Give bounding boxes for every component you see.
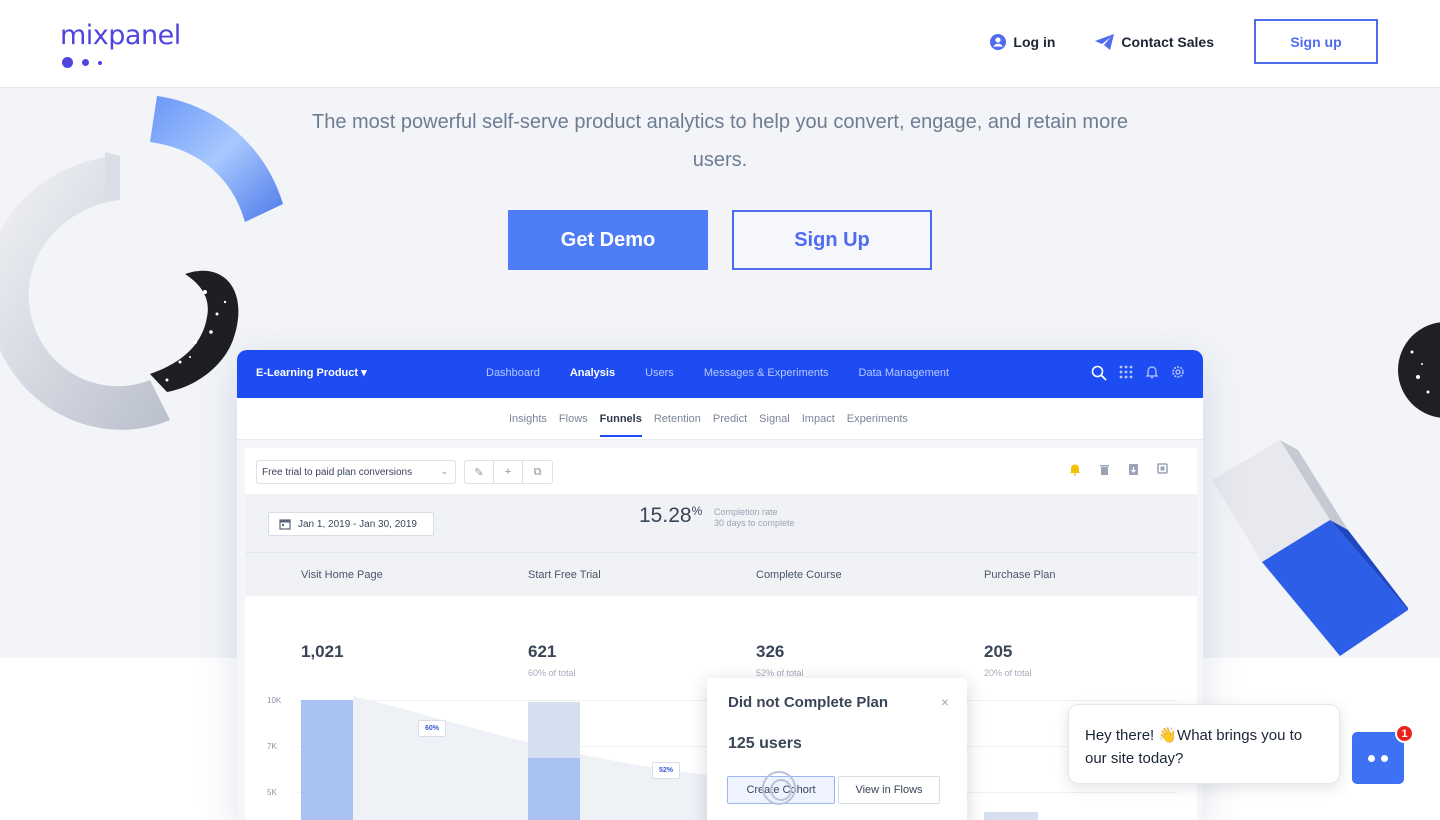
paper-plane-icon xyxy=(1095,33,1115,50)
hero-tagline: The most powerful self-serve product ana… xyxy=(312,111,1128,171)
step-pct-4: 20% of total xyxy=(984,668,1032,678)
step-name-4: Purchase Plan xyxy=(984,569,1056,581)
product-selector[interactable]: E-Learning Product ▾ xyxy=(256,366,367,379)
funnel-summary: Jan 1, 2019 - Jan 30, 2019 15.28% Comple… xyxy=(245,494,1197,552)
logo-wordmark: mixpanel xyxy=(60,20,181,51)
chat-dot xyxy=(1368,754,1375,762)
subnav-flows[interactable]: Flows xyxy=(559,413,588,425)
gear-icon[interactable] xyxy=(1171,365,1185,381)
analysis-subnav: Insights Flows Funnels Retention Predict… xyxy=(237,398,1203,440)
calendar-icon xyxy=(279,518,291,530)
pencil-icon[interactable]: ✎ xyxy=(465,461,494,483)
step-name-1: Visit Home Page xyxy=(301,569,383,581)
chat-dot xyxy=(1381,754,1388,762)
conversion-badge-2: 52% xyxy=(652,762,681,779)
subnav-impact[interactable]: Impact xyxy=(802,413,835,425)
apps-grid-icon[interactable] xyxy=(1119,365,1133,381)
mixpanel-logo[interactable]: mixpanel xyxy=(60,18,200,69)
funnel-bar-step-4[interactable] xyxy=(984,812,1038,820)
y-axis-label: 5K xyxy=(267,788,277,797)
menu-item-users[interactable]: Users xyxy=(645,367,674,379)
chat-greeting-bubble[interactable]: Hey there! 👋What brings you to our site … xyxy=(1068,704,1340,784)
report-toolbar: Free trial to paid plan conversions ⌄ ✎ … xyxy=(245,448,1197,494)
chat-notification-badge: 1 xyxy=(1395,724,1414,743)
popover-user-count: 125 users xyxy=(728,735,802,752)
menu-item-analysis[interactable]: Analysis xyxy=(570,367,615,379)
close-icon[interactable]: × xyxy=(941,694,949,710)
completion-rate-value: 15.28% xyxy=(639,504,703,527)
cohort-popover: Did not Complete Plan × 125 users Create… xyxy=(707,678,967,820)
y-axis-label: 10K xyxy=(267,696,282,705)
subnav-funnels[interactable]: Funnels xyxy=(599,413,643,437)
funnel-bar-dropoff-2[interactable] xyxy=(528,702,580,758)
contact-sales-link[interactable]: Contact Sales xyxy=(1095,33,1214,50)
app-toolbar-icons xyxy=(1079,365,1185,381)
bell-icon[interactable] xyxy=(1145,365,1159,381)
menu-item-data-management[interactable]: Data Management xyxy=(859,367,950,379)
step-count-2: 621 xyxy=(528,642,557,661)
step-count-4: 205 xyxy=(984,642,1013,661)
top-navigation: mixpanel Log in Contact Sales Sign up xyxy=(0,0,1440,88)
click-indicator xyxy=(762,771,796,805)
step-pct-3: 52% of total xyxy=(756,668,804,678)
step-count-1: 1,021 xyxy=(301,642,344,661)
nav-signup-button[interactable]: Sign up xyxy=(1254,19,1378,64)
subnav-insights[interactable]: Insights xyxy=(509,413,547,425)
chat-launcher-button[interactable] xyxy=(1352,732,1404,784)
date-range-text: Jan 1, 2019 - Jan 30, 2019 xyxy=(298,518,417,530)
export-icon[interactable] xyxy=(1128,463,1139,476)
login-label: Log in xyxy=(1013,33,1056,50)
alert-bell-icon[interactable] xyxy=(1069,463,1081,476)
report-actions xyxy=(1051,463,1169,476)
step-name-2: Start Free Trial xyxy=(528,569,601,581)
app-main-menu: Dashboard Analysis Users Messages & Expe… xyxy=(486,367,979,379)
subnav-retention[interactable]: Retention xyxy=(654,413,701,425)
conversion-badge-1: 60% xyxy=(418,720,447,737)
get-demo-button[interactable]: Get Demo xyxy=(508,210,708,270)
y-axis-label: 7K xyxy=(267,742,277,751)
completion-rate-label: Completion rate 30 days to complete xyxy=(714,507,795,528)
funnel-steps-header: Visit Home Page Start Free Trial Complet… xyxy=(245,552,1197,596)
duplicate-icon[interactable]: ⧉ xyxy=(523,461,552,483)
add-to-dashboard-icon[interactable] xyxy=(1157,463,1169,476)
date-range-picker[interactable]: Jan 1, 2019 - Jan 30, 2019 xyxy=(268,512,434,536)
popover-title: Did not Complete Plan xyxy=(728,694,889,711)
login-link[interactable]: Log in xyxy=(990,33,1056,50)
hero-signup-button[interactable]: Sign Up xyxy=(732,210,932,270)
report-name: Free trial to paid plan conversions xyxy=(262,467,413,478)
view-in-flows-button[interactable]: View in Flows xyxy=(838,776,940,804)
dark-sphere-decoration xyxy=(1398,322,1440,418)
funnel-bar-step-2[interactable] xyxy=(528,758,580,820)
report-name-select[interactable]: Free trial to paid plan conversions ⌄ xyxy=(256,460,456,484)
subnav-experiments[interactable]: Experiments xyxy=(847,413,908,425)
chevron-down-icon: ⌄ xyxy=(440,466,448,476)
glass-arc-decoration xyxy=(150,96,283,222)
plus-icon[interactable]: + xyxy=(494,461,523,483)
menu-item-dashboard[interactable]: Dashboard xyxy=(486,367,540,379)
black-speckled-arc-decoration xyxy=(150,270,239,392)
menu-item-messages-experiments[interactable]: Messages & Experiments xyxy=(704,367,829,379)
step-name-3: Complete Course xyxy=(756,569,842,581)
trash-icon[interactable] xyxy=(1099,463,1110,476)
search-icon[interactable] xyxy=(1091,365,1107,381)
logo-dots xyxy=(62,54,111,72)
step-count-3: 326 xyxy=(756,642,785,661)
nav-actions: Log in Contact Sales Sign up xyxy=(990,19,1378,64)
subnav-signal[interactable]: Signal xyxy=(759,413,790,425)
subnav-predict[interactable]: Predict xyxy=(713,413,747,425)
report-edit-tools: ✎ + ⧉ xyxy=(464,460,553,484)
user-circle-icon xyxy=(990,33,1007,50)
funnel-bar-step-1[interactable] xyxy=(301,700,353,820)
app-top-bar: E-Learning Product ▾ Dashboard Analysis … xyxy=(237,350,1203,398)
contact-sales-label: Contact Sales xyxy=(1121,33,1214,50)
blue-white-block-decoration xyxy=(1212,440,1408,656)
step-pct-2: 60% of total xyxy=(528,668,576,678)
